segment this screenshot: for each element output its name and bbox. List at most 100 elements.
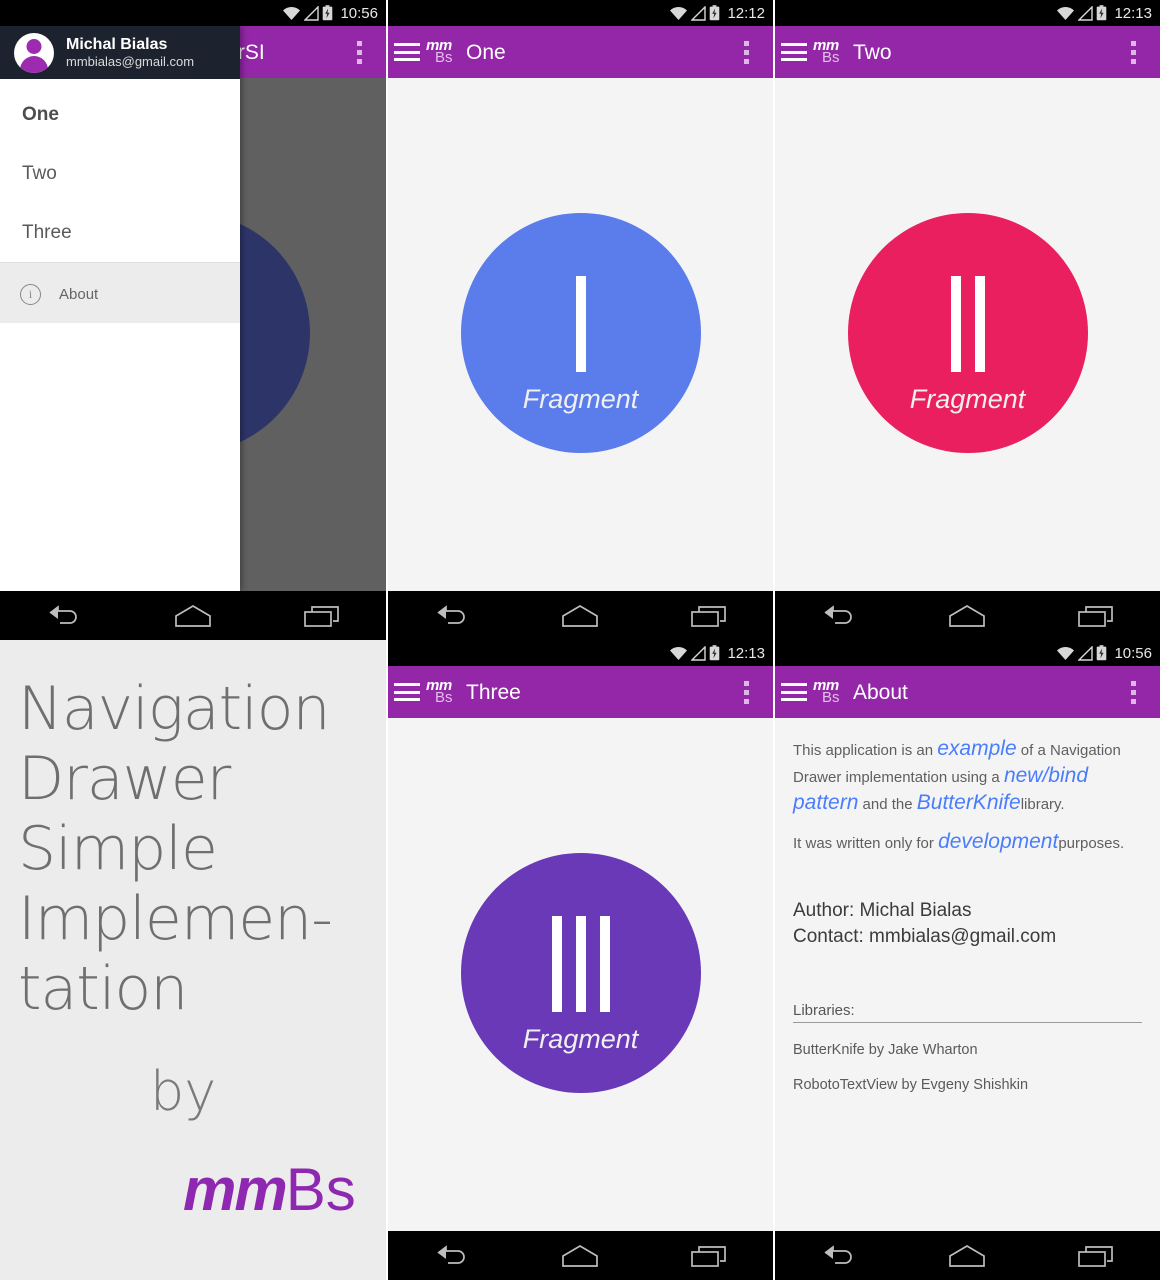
status-time: 10:56 [1114, 644, 1152, 662]
fragment-content: Fragment [388, 718, 773, 1231]
status-time: 10:56 [340, 4, 378, 22]
app-toolbar: mm Bs Three [388, 666, 773, 722]
page-title: Navigation Drawer Simple Implemen- tatio… [18, 674, 358, 1024]
about-author: Author: Michal Bialas [793, 900, 972, 921]
about-p1-t1: This application is an [793, 742, 938, 759]
about-p1-highlight-butterknife: ButterKnife [916, 791, 1021, 814]
drawer-item-list: One Two Three [0, 79, 240, 262]
wifi-icon [1057, 646, 1075, 660]
sidebar-item-one[interactable]: One [0, 85, 240, 144]
splash-logo: mmBs [183, 1160, 356, 1220]
toolbar-title: Two [853, 41, 892, 63]
status-icons [1056, 5, 1107, 21]
logo-bs-text: Bs [435, 49, 453, 66]
app-logo: mm Bs [426, 35, 460, 69]
app-toolbar: mm Bs One [388, 26, 773, 82]
status-bar: 10:56 [0, 0, 386, 26]
panel-about: 10:56 mm Bs About This application is an… [775, 640, 1160, 1280]
recents-icon[interactable] [677, 600, 741, 632]
splash-logo-mm: mm [183, 1156, 288, 1223]
toolbar-title: One [466, 41, 506, 63]
hamburger-menu-icon[interactable] [781, 43, 807, 61]
about-p1-highlight-example: example [937, 737, 1017, 760]
logo-bs-text: Bs [822, 49, 840, 66]
back-icon[interactable] [420, 1240, 484, 1272]
battery-charging-icon [710, 645, 720, 661]
status-icons [1056, 645, 1107, 661]
overflow-menu-icon[interactable] [1116, 35, 1150, 69]
toolbar-title: About [853, 681, 908, 703]
libraries-heading: Libraries: [793, 1002, 1142, 1023]
home-icon[interactable] [548, 600, 612, 632]
roman-numeral-three [551, 915, 610, 1012]
drawer-user-name: Michal Bialas [66, 36, 168, 53]
android-navigation-bar [388, 1231, 773, 1280]
home-icon[interactable] [548, 1240, 612, 1272]
avatar-head [26, 38, 42, 54]
about-p1-t4: library. [1020, 796, 1065, 813]
fragment-content: Fragment [775, 78, 1160, 591]
title-line-3: Simple [18, 814, 218, 884]
fragment-circle: Fragment [847, 213, 1088, 453]
android-navigation-bar [775, 591, 1160, 640]
battery-charging-icon [1097, 645, 1107, 661]
fragment-label: Fragment [909, 383, 1026, 414]
about-contact: Contact: mmbialas@gmail.com [793, 926, 1057, 947]
roman-numeral-one [575, 275, 586, 372]
recents-icon[interactable] [1064, 1240, 1128, 1272]
panel-fragment-one: 12:12 mm Bs One Fragment [388, 0, 773, 640]
info-circle-icon: i [20, 283, 41, 305]
sidebar-item-three[interactable]: Three [0, 203, 240, 262]
sidebar-item-about[interactable]: i About [0, 265, 240, 323]
android-navigation-bar [775, 1231, 1160, 1280]
overflow-menu-icon[interactable] [729, 35, 763, 69]
app-toolbar: mm Bs About [775, 666, 1160, 722]
panel-splash: Navigation Drawer Simple Implemen- tatio… [0, 640, 386, 1280]
navigation-drawer: Michal Bialas mmbialas@gmail.com One Two… [0, 26, 240, 591]
panel-fragment-three: 12:13 mm Bs Three Fragment [388, 640, 773, 1280]
overflow-menu-icon[interactable] [729, 675, 763, 709]
hamburger-menu-icon[interactable] [394, 683, 420, 701]
android-navigation-bar [0, 591, 386, 640]
home-icon[interactable] [935, 600, 999, 632]
wifi-icon [283, 6, 301, 20]
recents-icon[interactable] [1064, 600, 1128, 632]
about-p1-t3: and the [858, 796, 917, 813]
fragment-label: Fragment [522, 1023, 639, 1054]
home-icon[interactable] [161, 600, 225, 632]
home-icon[interactable] [935, 1240, 999, 1272]
about-author-block: Author: Michal Bialas Contact: mmbialas@… [793, 898, 1142, 950]
overflow-menu-icon[interactable] [342, 35, 376, 69]
wifi-icon [670, 6, 688, 20]
app-logo: mm Bs [813, 675, 847, 709]
signal-triangle-icon [304, 5, 320, 21]
signal-triangle-icon [1078, 5, 1094, 21]
fragment-circle: Fragment [460, 853, 701, 1093]
back-icon[interactable] [807, 1240, 871, 1272]
battery-charging-icon [710, 5, 720, 21]
recents-icon[interactable] [290, 600, 354, 632]
title-line-4: Implemen- [18, 884, 333, 954]
back-icon[interactable] [32, 600, 96, 632]
drawer-footer: i About [0, 262, 240, 323]
sidebar-item-two[interactable]: Two [0, 144, 240, 203]
back-icon[interactable] [807, 600, 871, 632]
wifi-icon [1057, 6, 1075, 20]
recents-icon[interactable] [677, 1240, 741, 1272]
hamburger-menu-icon[interactable] [394, 43, 420, 61]
back-icon[interactable] [420, 600, 484, 632]
panel-fragment-two: 12:13 mm Bs Two Fragment [775, 0, 1160, 640]
status-time: 12:13 [1114, 4, 1152, 22]
android-navigation-bar [388, 591, 773, 640]
title-line-5: tation [18, 954, 188, 1024]
fragment-circle: Fragment [460, 213, 701, 453]
hamburger-menu-icon[interactable] [781, 683, 807, 701]
status-bar: 12:12 [388, 0, 773, 26]
title-line-1: Navigation [18, 674, 331, 744]
signal-triangle-icon [691, 645, 707, 661]
about-content: This application is an example of a Navi… [775, 718, 1160, 1231]
avatar [14, 32, 54, 73]
fragment-label: Fragment [522, 383, 639, 414]
drawer-user-email: mmbialas@gmail.com [66, 54, 195, 69]
overflow-menu-icon[interactable] [1116, 675, 1150, 709]
